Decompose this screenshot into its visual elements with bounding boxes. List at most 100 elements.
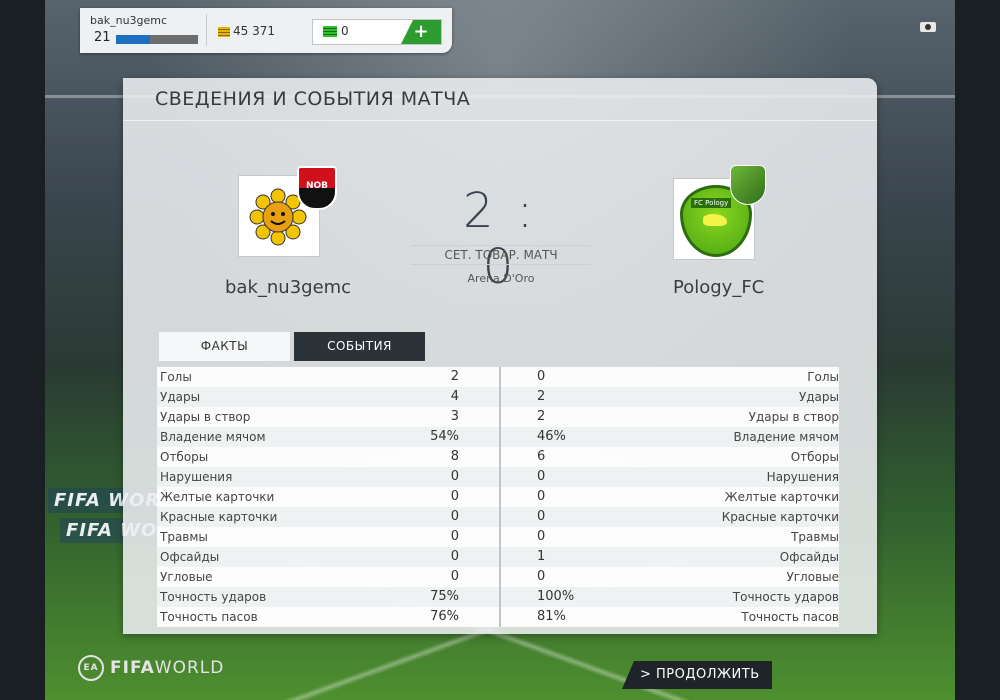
stat-label-away: Травмы [791, 530, 839, 544]
away-stat-cell: 1 Офсайды [501, 547, 839, 567]
stat-label-home: Желтые карточки [160, 490, 275, 504]
stat-value-home: 0 [450, 469, 459, 484]
home-stat-cell: Отборы 8 [157, 447, 501, 467]
points-value: 0 [341, 24, 349, 38]
stat-value-away: 100% [537, 589, 575, 604]
title-divider [123, 120, 877, 121]
stat-value-away: 0 [537, 509, 546, 524]
away-stat-cell: 0 Угловые [501, 567, 839, 587]
table-row: Точность ударов 75% 100% Точность ударов [157, 587, 839, 607]
tab-events[interactable]: СОБЫТИЯ [294, 332, 425, 361]
stat-value-home: 0 [450, 529, 459, 544]
table-row: Голы 2 0 Голы [157, 367, 839, 387]
stat-value-away: 2 [537, 409, 546, 424]
page-title: СВЕДЕНИЯ И СОБЫТИЯ МАТЧА [155, 88, 471, 110]
arena-name: Arena D'Oro [467, 272, 535, 285]
away-stat-cell: 0 Голы [501, 367, 839, 387]
stat-value-away: 0 [537, 369, 546, 384]
away-stat-cell: 81% Точность пасов [501, 607, 839, 627]
stat-label-away: Желтые карточки [724, 490, 839, 504]
stat-label-home: Голы [160, 370, 192, 384]
stat-label-home: Владение мячом [160, 430, 266, 444]
stat-label-away: Голы [807, 370, 839, 384]
home-team-crest: NOB [238, 166, 337, 257]
home-stat-cell: Угловые 0 [157, 567, 501, 587]
stat-label-home: Нарушения [160, 470, 233, 484]
stat-value-away: 0 [537, 569, 546, 584]
away-badge-label: FC Pology [691, 198, 732, 208]
stat-label-home: Угловые [160, 570, 213, 584]
home-stat-cell: Голы 2 [157, 367, 501, 387]
stat-label-home: Отборы [160, 450, 209, 464]
stat-label-home: Точность ударов [160, 590, 267, 604]
away-stat-cell: 100% Точность ударов [501, 587, 839, 607]
stat-value-home: 4 [450, 389, 459, 404]
stat-label-home: Офсайды [160, 550, 220, 564]
table-row: Угловые 0 0 Угловые [157, 567, 839, 587]
stat-value-home: 0 [450, 549, 459, 564]
coins-value: 45 371 [233, 24, 275, 38]
stat-value-home: 0 [450, 509, 459, 524]
home-stat-cell: Желтые карточки 0 [157, 487, 501, 507]
xp-fill [116, 35, 151, 44]
stat-label-home: Точность пасов [160, 610, 258, 624]
stat-value-home: 8 [450, 449, 459, 464]
stats-table: Голы 2 0 Голы Удары 4 2 Удары Удары в створ 3 2 Уда… [157, 367, 839, 627]
fifa-world-logo: EA FIFAWORLD [78, 655, 224, 681]
away-stat-cell: 2 Удары [501, 387, 839, 407]
stat-value-home: 3 [450, 409, 459, 424]
camera-icon[interactable] [920, 20, 936, 32]
away-stat-cell: 0 Нарушения [501, 467, 839, 487]
home-stat-cell: Удары 4 [157, 387, 501, 407]
stat-value-away: 2 [537, 389, 546, 404]
table-row: Офсайды 0 1 Офсайды [157, 547, 839, 567]
level-label: 21 [94, 30, 111, 45]
coins-icon [218, 26, 230, 37]
stat-value-home: 54% [430, 429, 459, 444]
points-icon [323, 26, 337, 37]
away-stat-cell: 6 Отборы [501, 447, 839, 467]
username-label: bak_nu3gemc [90, 14, 168, 27]
home-club-badge: NOB [297, 166, 337, 210]
table-row: Точность пасов 76% 81% Точность пасов [157, 607, 839, 627]
stat-value-away: 0 [537, 489, 546, 504]
stat-value-home: 76% [430, 609, 459, 624]
stat-label-home: Травмы [160, 530, 208, 544]
home-stat-cell: Нарушения 0 [157, 467, 501, 487]
stat-value-home: 0 [450, 489, 459, 504]
logo-bold: FIFA [110, 658, 155, 678]
logo-light: WORLD [154, 658, 225, 678]
status-bar: bak_nu3gemc 21 45 371 0 + [80, 8, 452, 53]
horse-icon [703, 214, 727, 226]
table-row: Владение мячом 54% 46% Владение мячом [157, 427, 839, 447]
home-stat-cell: Владение мячом 54% [157, 427, 501, 447]
table-row: Травмы 0 0 Травмы [157, 527, 839, 547]
continue-button[interactable]: > ПРОДОЛЖИТЬ [622, 661, 772, 689]
table-row: Нарушения 0 0 Нарушения [157, 467, 839, 487]
stat-label-away: Красные карточки [721, 510, 839, 524]
table-row: Отборы 8 6 Отборы [157, 447, 839, 467]
divider [206, 14, 207, 46]
home-stat-cell: Офсайды 0 [157, 547, 501, 567]
stat-label-away: Нарушения [766, 470, 839, 484]
table-row: Удары в створ 3 2 Удары в створ [157, 407, 839, 427]
stat-value-away: 81% [537, 609, 566, 624]
stats-divider [499, 367, 501, 627]
stat-value-away: 0 [537, 469, 546, 484]
match-summary-panel: СВЕДЕНИЯ И СОБЫТИЯ МАТЧА NOB FC Pology 2… [123, 78, 877, 634]
away-team-name: Pology_FC [673, 277, 765, 298]
table-row: Удары 4 2 Удары [157, 387, 839, 407]
away-stat-cell: 46% Владение мячом [501, 427, 839, 447]
tab-facts[interactable]: ФАКТЫ [159, 332, 290, 361]
home-stat-cell: Точность пасов 76% [157, 607, 501, 627]
stat-label-away: Владение мячом [733, 430, 839, 444]
table-row: Красные карточки 0 0 Красные карточки [157, 507, 839, 527]
add-points-button[interactable]: + [401, 20, 441, 44]
home-stat-cell: Травмы 0 [157, 527, 501, 547]
stat-label-home: Красные карточки [160, 510, 278, 524]
points-display: 0 + [312, 19, 442, 45]
leaf-badge-icon [730, 165, 766, 205]
xp-bar [116, 35, 198, 44]
away-team-crest: FC Pology [673, 165, 766, 260]
ea-logo-icon: EA [78, 655, 104, 681]
